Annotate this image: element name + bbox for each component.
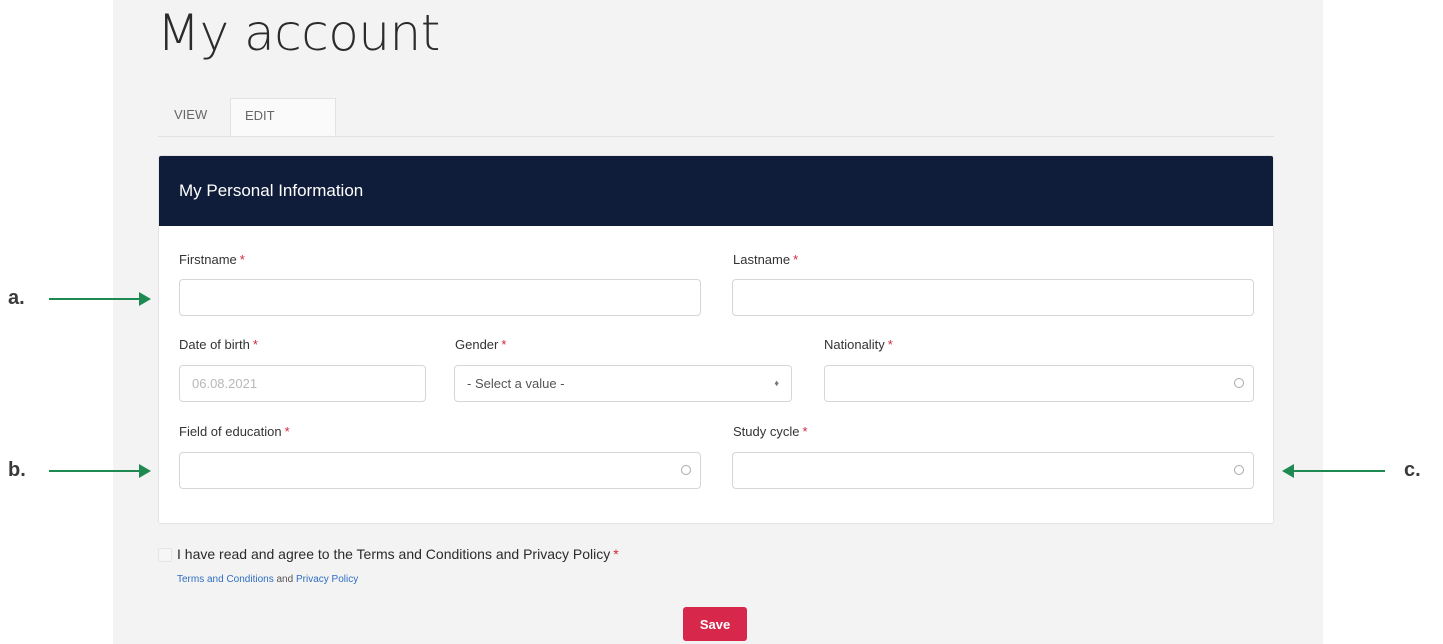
required-marker: * (252, 337, 258, 352)
tab-edit[interactable]: EDIT (230, 98, 336, 136)
section-header: My Personal Information (159, 156, 1273, 226)
autocomplete-throbber-icon (1234, 465, 1244, 475)
required-marker: * (239, 252, 245, 267)
firstname-label: Firstname * (179, 252, 245, 267)
gender-selected-value: - Select a value - (467, 376, 565, 391)
select-arrows-icon: ♦ (774, 378, 779, 388)
gender-label: Gender * (455, 337, 506, 352)
tab-bar: VIEW EDIT (158, 98, 1274, 137)
privacy-link[interactable]: Privacy Policy (296, 574, 358, 585)
autocomplete-throbber-icon (1234, 378, 1244, 388)
page-title: My account (157, 4, 440, 62)
policy-links: Terms and Conditions and Privacy Policy (177, 574, 358, 585)
annotation-c-arrow (1282, 464, 1385, 478)
required-marker: * (613, 546, 619, 562)
nationality-label-text: Nationality (824, 337, 885, 352)
required-marker: * (793, 252, 799, 267)
gender-select[interactable]: - Select a value - ♦ (454, 365, 792, 402)
date-of-birth-label: Date of birth * (179, 337, 258, 352)
field-of-education-label-text: Field of education (179, 424, 282, 439)
date-of-birth-label-text: Date of birth (179, 337, 250, 352)
firstname-label-text: Firstname (179, 252, 237, 267)
consent-checkbox[interactable] (158, 548, 172, 562)
field-of-education-autocomplete[interactable] (179, 452, 701, 489)
required-marker: * (887, 337, 893, 352)
lastname-label: Lastname * (733, 252, 798, 267)
study-cycle-autocomplete[interactable] (732, 452, 1254, 489)
account-page: My account VIEW EDIT My Personal Informa… (113, 0, 1323, 644)
study-cycle-label: Study cycle * (733, 424, 808, 439)
date-of-birth-input[interactable] (179, 365, 426, 402)
tab-view[interactable]: VIEW (160, 98, 220, 136)
annotation-a-arrow (49, 292, 151, 306)
consent-text: I have read and agree to the Terms and C… (177, 546, 611, 562)
firstname-input[interactable] (179, 279, 701, 316)
consent-label: I have read and agree to the Terms and C… (177, 546, 619, 562)
terms-link[interactable]: Terms and Conditions (177, 574, 274, 585)
annotation-c-label: c. (1404, 459, 1421, 481)
and-text: and (276, 574, 294, 585)
lastname-label-text: Lastname (733, 252, 791, 267)
annotation-b-label: b. (8, 459, 26, 481)
nationality-autocomplete[interactable] (824, 365, 1254, 402)
required-marker: * (802, 424, 808, 439)
required-marker: * (501, 337, 507, 352)
study-cycle-label-text: Study cycle (733, 424, 800, 439)
lastname-input[interactable] (732, 279, 1254, 316)
required-marker: * (284, 424, 290, 439)
save-button[interactable]: Save (683, 607, 747, 641)
annotation-a-label: a. (8, 287, 25, 309)
field-of-education-label: Field of education * (179, 424, 290, 439)
nationality-label: Nationality * (824, 337, 893, 352)
gender-label-text: Gender (455, 337, 499, 352)
personal-info-card: My Personal Information Firstname * Lastn… (158, 155, 1274, 524)
autocomplete-throbber-icon (681, 465, 691, 475)
annotation-b-arrow (49, 464, 151, 478)
